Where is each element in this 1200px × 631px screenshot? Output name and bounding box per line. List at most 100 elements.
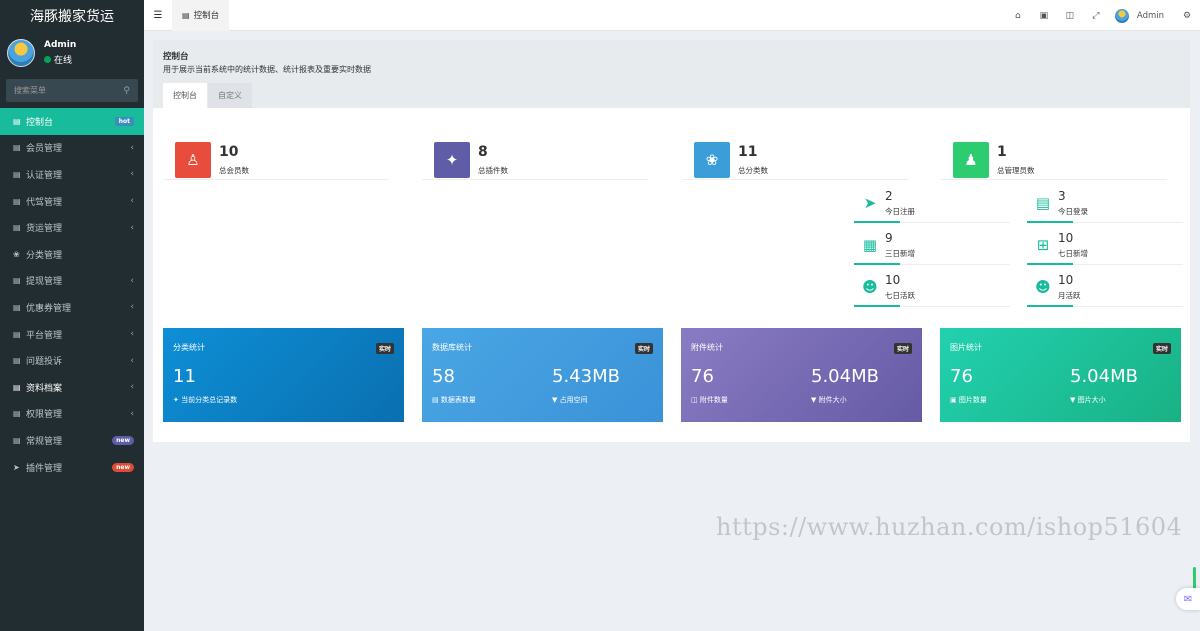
card-title: 分类统计 — [173, 343, 205, 352]
stat-label: 总会员数 — [219, 166, 249, 175]
list-icon: ▤ — [13, 196, 21, 206]
stat-label: 总管理员数 — [997, 166, 1035, 175]
tab-dashboard[interactable]: 控制台 — [163, 83, 207, 108]
sidebar-item-members[interactable]: ▤ 会员管理 ‹ — [0, 135, 144, 162]
settings-icon[interactable]: ⚙ — [1174, 11, 1200, 21]
stat-value: 11 — [738, 144, 758, 160]
filter-icon: ▼ — [811, 396, 819, 404]
rocket-icon: ➤ — [13, 462, 20, 472]
chevron-left-icon: ‹ — [130, 302, 134, 313]
sidebar-item-archives[interactable]: ▤ 资料档案 ‹ — [0, 374, 144, 401]
mini-stat-today-register: ➤ 2 今日注册 — [854, 185, 1010, 223]
sidebar-item-freight[interactable]: ▤ 货运管理 ‹ — [0, 214, 144, 241]
page-subtitle: 用于展示当前系统中的统计数据、统计报表及重要实时数据 — [163, 65, 371, 74]
fullscreen-icon[interactable]: ⤢ — [1083, 11, 1109, 21]
avatar[interactable] — [7, 39, 35, 67]
mini-stat-value: 2 — [885, 189, 893, 203]
list-icon: ▤ — [13, 143, 21, 153]
chevron-left-icon: ‹ — [130, 169, 134, 180]
sidebar-item-general[interactable]: ▤ 常规管理 new — [0, 427, 144, 454]
card-label: ◫ 附件数量 — [691, 395, 728, 405]
stat-value: 1 — [997, 144, 1007, 160]
tab-custom[interactable]: 自定义 — [208, 83, 252, 108]
card-label-text: 图片数量 — [958, 396, 987, 404]
card-database-stats: 数据库统计 实时 58 5.43MB ▤ 数据表数量 ▼ 占用空间 — [422, 328, 663, 422]
mini-stat-label: 今日登录 — [1058, 207, 1088, 216]
content-tabs: 控制台 自定义 — [163, 83, 253, 108]
chevron-left-icon: ‹ — [130, 408, 134, 419]
card-value-secondary: 5.04MB — [1070, 366, 1138, 387]
mini-stat-label: 七日新增 — [1058, 249, 1088, 258]
sidebar-item-withdraw[interactable]: ▤ 提现管理 ‹ — [0, 268, 144, 295]
search-input[interactable] — [14, 86, 114, 95]
search-icon[interactable]: ⚲ — [123, 86, 130, 96]
sidebar-item-complaints[interactable]: ▤ 问题投诉 ‹ — [0, 347, 144, 374]
sidebar-item-plugins[interactable]: ➤ 插件管理 new — [0, 454, 144, 481]
tab-dashboard[interactable]: ▤ 控制台 — [172, 0, 230, 31]
navbar-right: ⌂ ▣ ◫ ⤢ Admin ⚙ — [1005, 0, 1200, 31]
user-panel: Admin 在线 — [0, 31, 144, 75]
list-icon: ▤ — [13, 435, 21, 445]
card-label: ▤ 数据表数量 — [432, 395, 476, 405]
rocket-icon: ➤ — [863, 194, 877, 212]
chevron-left-icon: ‹ — [130, 275, 134, 286]
stat-box-admins: ♟ 1 总管理员数 — [941, 120, 1167, 180]
realtime-badge: 实时 — [634, 343, 653, 354]
stat-box-plugins: ✦ 8 总插件数 — [422, 120, 648, 180]
chevron-left-icon: ‹ — [130, 142, 134, 153]
stat-box-categories: ❀ 11 总分类数 — [682, 120, 908, 180]
mini-stat-value: 10 — [1058, 231, 1074, 245]
sidebar-item-coupons[interactable]: ▤ 优惠券管理 ‹ — [0, 294, 144, 321]
mini-stat-label: 三日新增 — [885, 249, 915, 258]
card-label-secondary: ▼ 图片大小 — [1070, 395, 1106, 405]
sidebar-item-platform[interactable]: ▤ 平台管理 ‹ — [0, 321, 144, 348]
mini-stat-bar — [1027, 221, 1073, 223]
online-dot-icon — [44, 56, 51, 63]
chevron-left-icon: ‹ — [130, 329, 134, 340]
brand-logo[interactable]: 海豚搬家货运 — [0, 0, 144, 31]
sidebar-item-label: 提现管理 — [26, 277, 63, 288]
list-icon: ▤ — [13, 329, 21, 339]
mini-stat-value: 10 — [885, 273, 901, 287]
trash-icon[interactable]: ▣ — [1031, 11, 1057, 21]
realtime-badge: 实时 — [375, 343, 394, 354]
magic-icon: ✦ — [434, 142, 470, 178]
card-value: 76 — [950, 366, 973, 387]
dashboard-panel: ♙ 10 总会员数 ✦ 8 总插件数 ❀ 11 总分类数 ♟ 1 总管理员数 ➤… — [153, 108, 1190, 442]
dashboard-icon: ▤ — [182, 10, 190, 20]
list-icon: ▤ — [13, 169, 21, 179]
mini-stat-bar — [854, 305, 900, 307]
card-value: 11 — [173, 366, 196, 387]
sidebar-item-dashboard[interactable]: ▤ 控制台 hot — [0, 108, 144, 135]
navbar-user[interactable]: Admin — [1109, 8, 1174, 23]
mini-stat-bar — [1027, 263, 1073, 265]
chat-float-icon[interactable]: ✉ — [1176, 588, 1200, 610]
page-title: 控制台 — [163, 52, 189, 62]
chevron-left-icon: ‹ — [130, 382, 134, 393]
sidebar-item-category[interactable]: ❀ 分类管理 — [0, 241, 144, 268]
magic-icon: ✦ — [173, 396, 182, 404]
menu-toggle-icon[interactable]: ☰ — [144, 0, 172, 31]
leaf-icon: ❀ — [694, 142, 730, 178]
card-category-stats: 分类统计 实时 11 ✦ 当前分类总记录数 — [163, 328, 404, 422]
home-icon[interactable]: ⌂ — [1005, 11, 1031, 21]
card-image-stats: 图片统计 实时 76 5.04MB ▣ 图片数量 ▼ 图片大小 — [940, 328, 1181, 422]
user-name: Admin — [44, 40, 77, 50]
avatar — [1114, 8, 1129, 23]
sidebar-item-label: 代驾管理 — [26, 197, 63, 208]
sidebar: 海豚搬家货运 Admin 在线 ⚲ ▤ 控制台 hot ▤ 会员管理 ‹ ▤ 认… — [0, 0, 144, 631]
database-icon: ▤ — [432, 396, 441, 404]
sidebar-item-label: 平台管理 — [26, 330, 63, 341]
sidebar-item-permissions[interactable]: ▤ 权限管理 ‹ — [0, 401, 144, 428]
sidebar-item-verification[interactable]: ▤ 认证管理 ‹ — [0, 161, 144, 188]
filter-icon: ▼ — [1070, 396, 1078, 404]
realtime-badge: 实时 — [1152, 343, 1171, 354]
list-icon: ▤ — [13, 356, 21, 366]
card-attachment-stats: 附件统计 实时 76 5.04MB ◫ 附件数量 ▼ 附件大小 — [681, 328, 922, 422]
card-label-secondary: ▼ 附件大小 — [811, 395, 847, 405]
sidebar-item-driving[interactable]: ▤ 代驾管理 ‹ — [0, 188, 144, 215]
card-value-secondary: 5.04MB — [811, 366, 879, 387]
card-label-text: 附件大小 — [818, 396, 847, 404]
mini-stat-label: 月活跃 — [1058, 291, 1081, 300]
language-icon[interactable]: ◫ — [1057, 11, 1083, 21]
